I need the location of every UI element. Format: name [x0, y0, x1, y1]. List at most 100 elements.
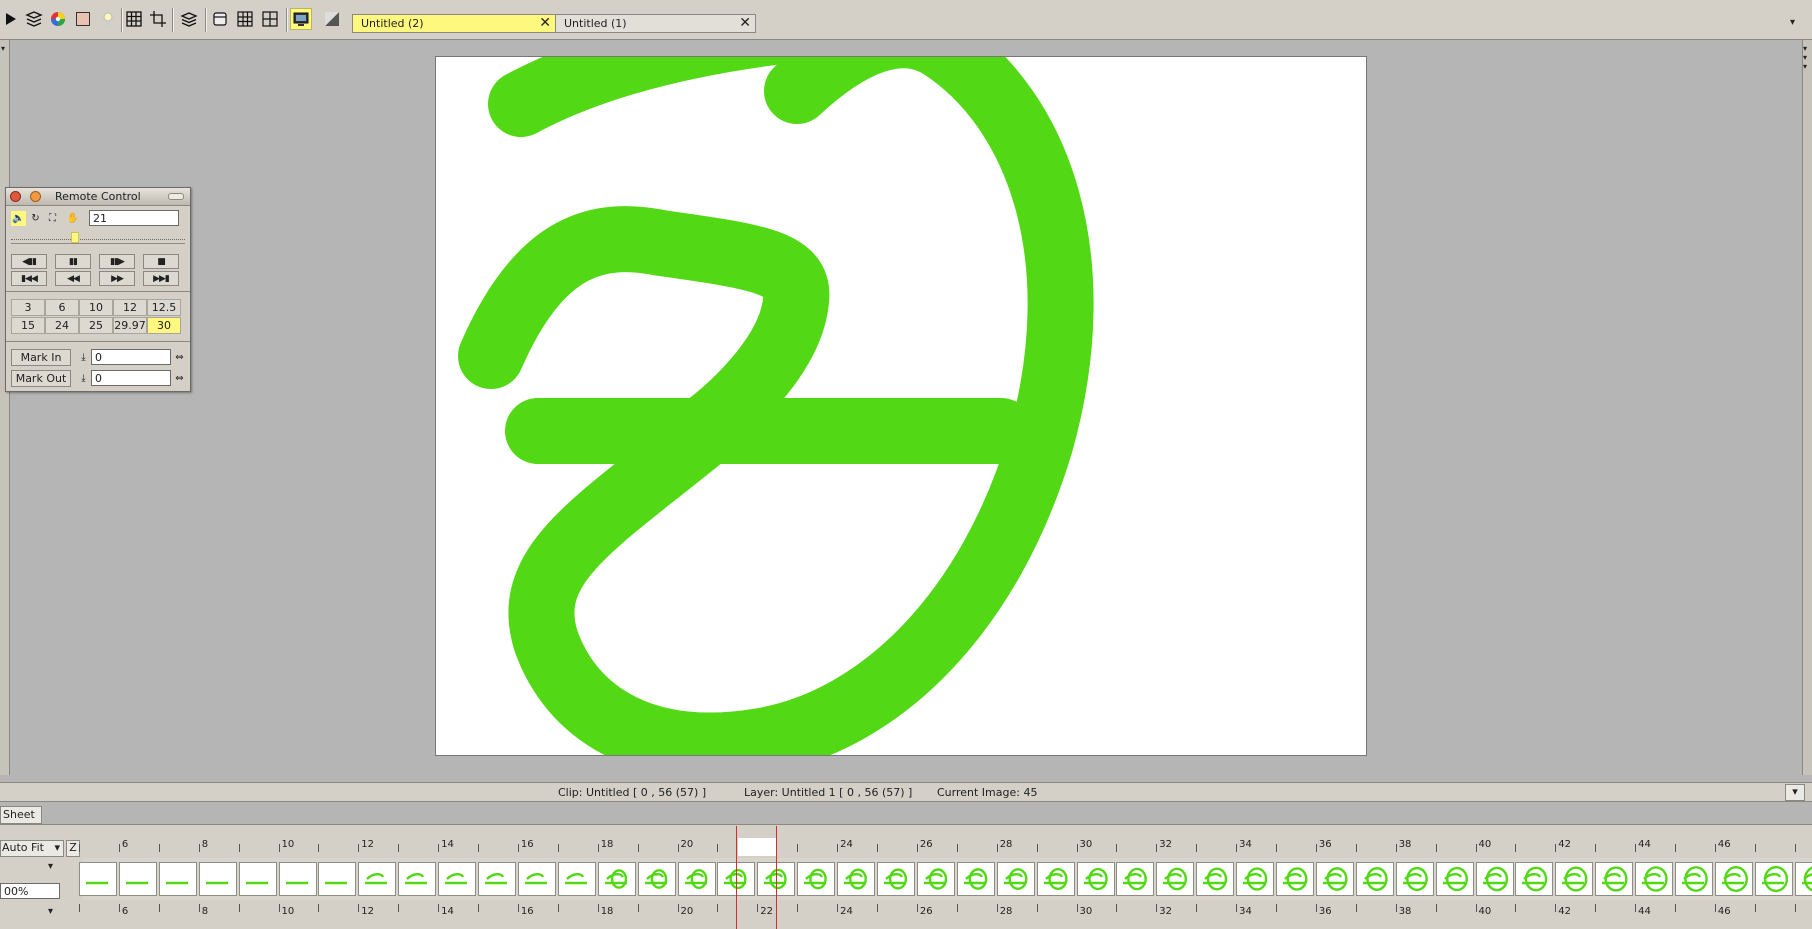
frame-thumbnail[interactable]	[1714, 862, 1753, 896]
color-swatch-icon[interactable]	[72, 8, 94, 30]
color-wheel-icon[interactable]	[47, 8, 69, 30]
step-back-button[interactable]: ◀▮▮	[11, 254, 47, 269]
layers-icon[interactable]	[23, 8, 45, 30]
timeline-strip[interactable]: 6 8 10 12 14 16 18 20 22 24 26 28 30 32 34 36 38 40 42 44 46…	[79, 838, 1812, 929]
frame-thumbnail[interactable]	[637, 862, 676, 896]
mark-in-field[interactable]	[91, 349, 171, 365]
chevron-down-icon[interactable]: ▾	[1, 44, 5, 53]
fps-29-97-button[interactable]: 29.97	[113, 317, 147, 334]
frame-thumbnail[interactable]	[1355, 862, 1394, 896]
remote-titlebar[interactable]: Remote Control	[6, 188, 190, 206]
frame-thumbnail[interactable]	[1276, 862, 1314, 896]
fps-12-button[interactable]: 12	[113, 299, 147, 316]
fps-15-button[interactable]: 15	[11, 317, 45, 334]
hand-icon[interactable]: ✋	[62, 211, 84, 226]
frame-thumbnail[interactable]	[238, 862, 277, 896]
frame-thumbnail[interactable]	[1515, 862, 1554, 896]
frame-thumbnail[interactable]	[358, 862, 397, 896]
minimize-icon[interactable]	[30, 191, 41, 202]
frame-thumbnail[interactable]	[877, 862, 915, 896]
fps-6-button[interactable]: 6	[45, 299, 79, 316]
frame-thumbnail[interactable]	[1555, 862, 1594, 896]
frame-thumbnail[interactable]	[1754, 862, 1793, 896]
arrows-icon[interactable]: ⇔	[172, 350, 187, 365]
frame-thumbnail[interactable]	[478, 862, 516, 896]
stop-button[interactable]: ■	[143, 254, 179, 269]
fast-forward-button[interactable]: ▶▶	[99, 271, 135, 286]
download-icon[interactable]: ⤓	[76, 350, 91, 365]
frame-thumbnail[interactable]	[79, 862, 117, 896]
frame-thumbnail[interactable]	[398, 862, 437, 896]
tab-untitled-1[interactable]: Untitled (1) ✕	[555, 14, 756, 33]
chevron-down-icon[interactable]: ▾	[48, 861, 53, 872]
pause-button[interactable]: ▮▮	[55, 254, 91, 269]
rewind-button[interactable]: ◀◀	[55, 271, 91, 286]
frame-thumbnail[interactable]	[1236, 862, 1275, 896]
frame-thumbnail[interactable]	[837, 862, 876, 896]
chevron-down-icon[interactable]: ▾ ▾ ▾	[1803, 44, 1807, 71]
frame-thumbnail[interactable]	[1675, 862, 1713, 896]
fps-12-5-button[interactable]: 12.5	[147, 299, 181, 316]
frame-thumbnail[interactable]	[1196, 862, 1235, 896]
last-frame-button[interactable]: ▶▶▮	[143, 271, 179, 286]
frame-thumbnail[interactable]	[198, 862, 237, 896]
download-icon[interactable]: ⤓	[76, 371, 91, 386]
frame-thumbnail[interactable]	[916, 862, 955, 896]
frame-thumbnail[interactable]	[1635, 862, 1674, 896]
frame-input[interactable]	[89, 210, 179, 226]
frame-thumbnail[interactable]	[1475, 862, 1514, 896]
mark-out-button[interactable]: Mark Out	[11, 370, 71, 387]
frame-thumbnail[interactable]	[1036, 862, 1075, 896]
crop-icon[interactable]	[147, 8, 169, 30]
frame-thumbnail[interactable]	[1076, 862, 1115, 896]
grid-icon[interactable]	[123, 8, 145, 30]
frame-thumbnail[interactable]	[797, 862, 836, 896]
fps-3-button[interactable]: 3	[11, 299, 45, 316]
mark-in-button[interactable]: Mark In	[11, 349, 71, 366]
frame-thumbnail[interactable]	[118, 862, 157, 896]
frame-thumbnail[interactable]	[597, 862, 636, 896]
loop-icon[interactable]: ↻	[28, 211, 43, 226]
remote-control-panel[interactable]: Remote Control 🔈 ↻ ⛶ ✋ ◀▮▮ ▮▮ ▮▮▶ ■ ▮◀◀ …	[5, 187, 191, 392]
table-icon[interactable]	[234, 8, 256, 30]
speaker-icon[interactable]: 🔈	[11, 210, 26, 226]
frame-thumbnail[interactable]	[1395, 862, 1434, 896]
frame-thumbnail[interactable]	[1794, 862, 1812, 896]
frame-thumbnail[interactable]	[278, 862, 317, 896]
chevron-down-icon[interactable]: ▾	[1790, 17, 1795, 28]
light-bulb-icon[interactable]	[97, 8, 119, 30]
fps-24-button[interactable]: 24	[45, 317, 79, 334]
fit-icon[interactable]: ⛶	[45, 211, 60, 226]
playhead-line[interactable]	[736, 826, 737, 929]
stack-icon[interactable]	[178, 8, 200, 30]
first-frame-button[interactable]: ▮◀◀	[11, 271, 47, 286]
fps-25-button[interactable]: 25	[79, 317, 113, 334]
frame-thumbnail[interactable]	[1116, 862, 1155, 896]
frame-thumbnail[interactable]	[996, 862, 1035, 896]
tab-untitled-2[interactable]: Untitled (2) ✕	[352, 14, 556, 33]
step-forward-button[interactable]: ▮▮▶	[99, 254, 135, 269]
frame-thumbnail[interactable]	[438, 862, 477, 896]
close-icon[interactable]: ✕	[739, 16, 751, 31]
frame-thumbnail[interactable]	[1156, 862, 1195, 896]
slider-thumb[interactable]	[70, 232, 79, 243]
frame-thumbnail[interactable]	[158, 862, 197, 896]
close-icon[interactable]	[10, 191, 21, 202]
frame-slider[interactable]	[11, 228, 185, 244]
arrows-icon[interactable]: ⇔	[172, 371, 187, 386]
auto-fit-select[interactable]: Auto Fit ▾	[0, 840, 64, 857]
frame-thumbnail[interactable]	[956, 862, 995, 896]
frame-thumbnail[interactable]	[1315, 862, 1354, 896]
chevron-down-icon[interactable]: ▾	[1785, 784, 1805, 801]
monitor-icon[interactable]	[290, 8, 312, 30]
frame-thumbnail[interactable]	[557, 862, 596, 896]
fps-10-button[interactable]: 10	[79, 299, 113, 316]
frame-thumbnail[interactable]	[677, 862, 716, 896]
frame-thumbnail[interactable]	[1435, 862, 1474, 896]
collapse-icon[interactable]	[168, 193, 184, 200]
play-icon[interactable]	[0, 8, 22, 30]
cylinder-icon[interactable]	[209, 8, 231, 30]
thumbnail-row[interactable]	[79, 858, 1812, 900]
frame-thumbnail[interactable]	[517, 862, 556, 896]
frame-thumbnail[interactable]	[318, 862, 357, 896]
